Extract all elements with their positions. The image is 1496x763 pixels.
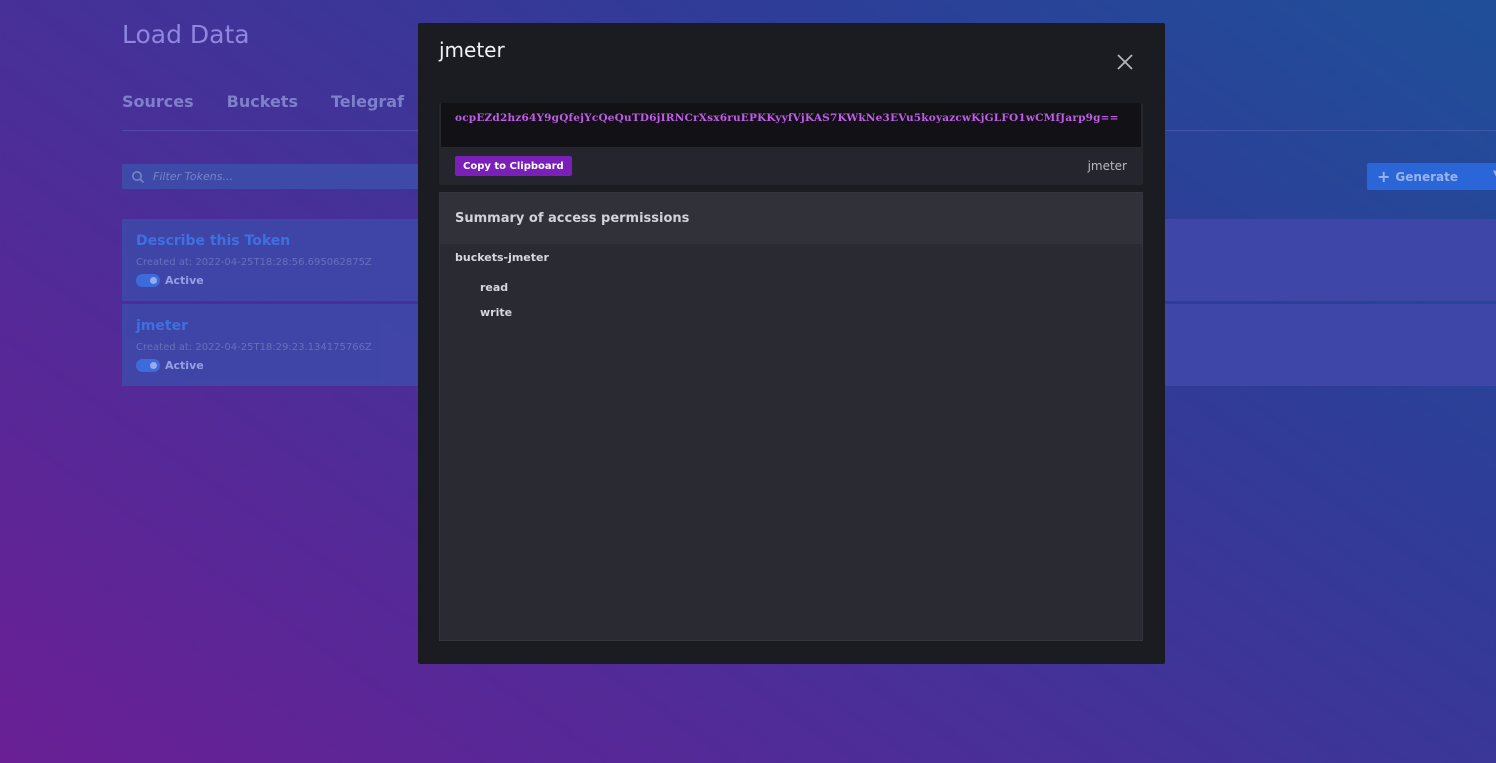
token-name-link[interactable]: jmeter [136,318,188,334]
search-icon [132,170,145,183]
tab-buckets[interactable]: Buckets [227,92,298,111]
tab-sources[interactable]: Sources [122,92,194,111]
filter-tokens-input[interactable] [151,169,395,184]
token-status: Active [136,359,204,372]
permissions-title: Summary of access permissions [440,193,1142,244]
page-title: Load Data [122,20,250,49]
status-toggle[interactable] [136,359,160,372]
generate-label: Generate [1395,169,1458,184]
status-toggle[interactable] [136,274,160,287]
close-icon[interactable] [1115,52,1135,72]
permission-write: write [480,306,513,319]
token-description: jmeter [1087,159,1127,173]
token-value: ocpEZd2hz64Y9gQfejYcQeQuTD6jIRNCrXsx6ruE… [441,103,1141,147]
filter-tokens-box [122,164,422,189]
status-label: Active [165,274,204,287]
tab-telegraf[interactable]: Telegraf [331,92,404,111]
permissions-panel: Summary of access permissions buckets-jm… [439,192,1143,641]
permission-group: buckets-jmeter [455,251,549,264]
token-modal: jmeter ocpEZd2hz64Y9gQfejYcQeQuTD6jIRNCr… [418,23,1165,664]
modal-title: jmeter [439,38,505,62]
token-box: ocpEZd2hz64Y9gQfejYcQeQuTD6jIRNCrXsx6ruE… [439,103,1143,185]
plus-icon: + [1377,167,1391,186]
copy-to-clipboard-button[interactable]: Copy to Clipboard [455,156,572,176]
generate-button[interactable]: + Generate ▼ [1367,163,1496,190]
token-status: Active [136,274,204,287]
permission-read: read [480,281,509,294]
token-created-at: Created at: 2022-04-25T18:28:56.69506287… [136,257,372,268]
status-label: Active [165,359,204,372]
token-created-at: Created at: 2022-04-25T18:29:23.13417576… [136,342,372,353]
token-name-link[interactable]: Describe this Token [136,233,290,249]
